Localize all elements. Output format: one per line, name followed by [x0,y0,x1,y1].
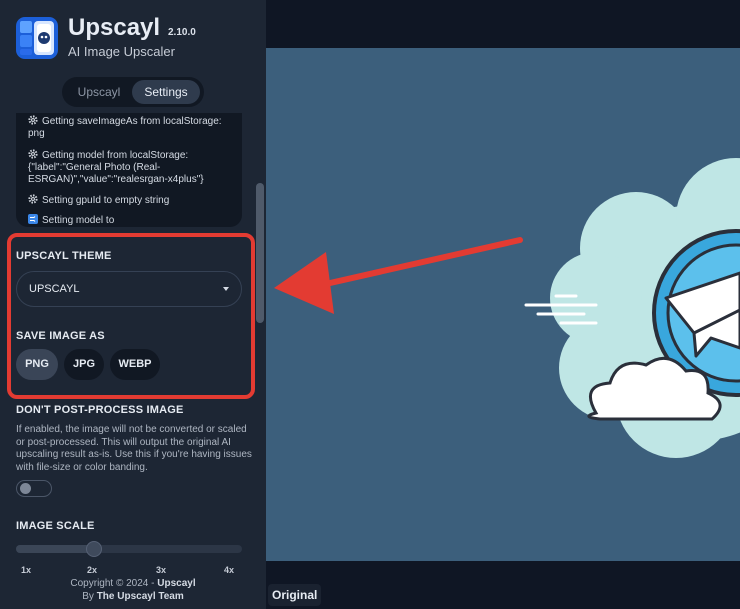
log-entry: Getting saveImageAs from localStorage: p… [28,115,236,140]
slider-thumb[interactable] [86,541,102,557]
copyright-prefix: Copyright © 2024 - [70,578,158,589]
sidebar-scrollbar[interactable] [256,183,264,323]
toggle-knob [20,483,31,494]
log-text: Setting gpuId to empty string [42,195,170,206]
app-version: 2.10.0 [168,27,196,38]
tab-upscayl[interactable]: Upscayl [66,80,132,104]
scale-tick: 2x [87,565,98,575]
gear-icon [28,194,38,204]
gear-icon [28,149,38,159]
footer-copyright: Copyright © 2024 - Upscayl [0,578,266,589]
log-text: Getting saveImageAs from localStorage: p… [28,116,222,139]
app-name: Upscayl [68,14,161,41]
sidebar: Upscayl 2.10.0 AI Image Upscaler Upscayl… [0,0,266,609]
gear-icon [28,115,38,125]
red-arrow-icon [274,237,523,314]
footer-credits: By The Upscayl Team [0,591,266,602]
log-entry: Setting model to [28,214,236,227]
highlight-box [7,233,255,399]
slider-fill [16,545,96,553]
app-tagline: AI Image Upscaler [68,44,175,59]
scale-tick: 3x [156,565,167,575]
log-panel: Getting saveImageAs from localStorage: p… [16,113,242,227]
log-text: Setting model to [42,215,115,226]
post-process-toggle[interactable] [16,480,52,497]
credits-link[interactable]: The Upscayl Team [97,591,184,602]
tab-bar: Upscayl Settings [62,77,204,107]
upscayl-logo-icon [16,17,58,59]
scale-tick: 4x [224,565,235,575]
shuffle-icon [28,214,38,224]
scale-tick: 1x [21,565,32,575]
log-text: Getting model from localStorage: {"label… [28,150,204,185]
image-scale-label: IMAGE SCALE [16,520,95,532]
tab-settings[interactable]: Settings [132,80,200,104]
log-entry: Getting model from localStorage: {"label… [28,149,236,186]
post-process-description: If enabled, the image will not be conver… [16,424,252,473]
preview-original-label: Original [268,584,322,606]
image-scale-slider[interactable] [16,541,242,557]
log-entry: Setting gpuId to empty string [28,194,236,207]
copyright-link[interactable]: Upscayl [157,578,195,589]
credits-prefix: By [82,591,97,602]
post-process-label: DON'T POST-PROCESS IMAGE [16,404,184,416]
